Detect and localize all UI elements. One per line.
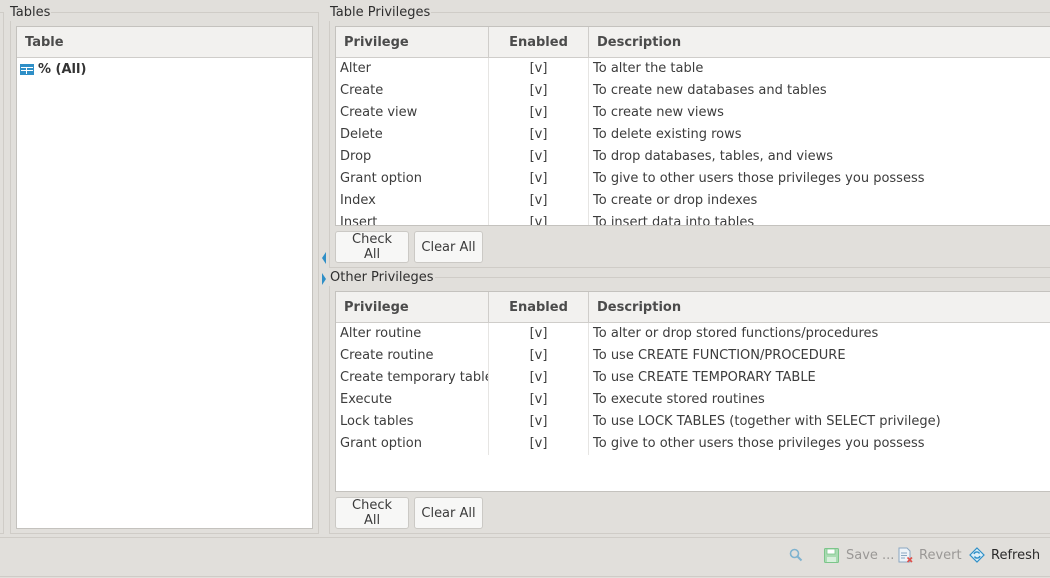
table-privileges-legend: Table Privileges [329,5,432,21]
tables-list-item[interactable]: % (All) [17,58,312,80]
save-icon [824,547,839,563]
privilege-row[interactable]: Grant option [v] To give to other users th… [336,168,1050,190]
table-item-label: % (All) [38,61,87,77]
header-enabled[interactable]: Enabled [489,292,589,322]
privilege-row[interactable]: Delete [v] To delete existing rows [336,124,1050,146]
table-privileges-rows: Alter [v] To alter the table Create [v] To cr… [336,58,1050,226]
refresh-button[interactable]: Refresh [969,545,1040,565]
privilege-name: Create routine [336,345,489,367]
collapse-left-arrow-icon [322,252,326,264]
enabled-checkbox[interactable]: [v] [489,389,589,411]
enabled-checkbox[interactable]: [v] [489,323,589,345]
privilege-name: Grant option [336,433,489,455]
privilege-row[interactable]: Execute [v] To execute stored routines [336,389,1050,411]
enabled-checkbox[interactable]: [v] [489,146,589,168]
table-privileges-check-all-button[interactable]: Check All [335,231,409,263]
privilege-description: To use CREATE FUNCTION/PROCEDURE [593,348,846,363]
privilege-row[interactable]: Create routine [v] To use CREATE FUNCTION/… [336,345,1050,367]
other-privileges-clear-all-button[interactable]: Clear All [414,497,483,529]
table-privileges-grid[interactable]: Privilege Enabled Description Alter [v] To… [335,26,1050,226]
privilege-description: To create new views [593,105,724,120]
enabled-checkbox[interactable]: [v] [489,168,589,190]
privilege-description: To execute stored routines [593,392,765,407]
header-privilege[interactable]: Privilege [336,292,489,322]
privilege-name: Execute [336,389,489,411]
privilege-row[interactable]: Alter routine [v] To alter or drop stored … [336,323,1050,345]
header-privilege[interactable]: Privilege [336,27,489,57]
refresh-label: Refresh [991,547,1041,563]
toolbar-top-divider [0,537,1050,538]
enabled-checkbox[interactable]: [v] [489,411,589,433]
privilege-name: Index [336,190,489,212]
privilege-name: Insert [336,212,489,225]
privilege-description: To use CREATE TEMPORARY TABLE [593,370,816,385]
other-privileges-rows: Alter routine [v] To alter or drop stored … [336,323,1050,455]
enabled-checkbox[interactable]: [v] [489,212,589,225]
expand-right-arrow-icon [322,273,326,285]
privilege-row[interactable]: Create [v] To create new databases and tab… [336,80,1050,102]
privilege-description: To create new databases and tables [593,83,827,98]
header-description[interactable]: Description [589,292,1050,322]
privilege-description: To use LOCK TABLES (together with SELECT… [593,414,941,429]
other-privileges-legend: Other Privileges [329,270,435,286]
privilege-row[interactable]: Grant option [v] To give to other users th… [336,433,1050,455]
enabled-checkbox[interactable]: [v] [489,433,589,455]
enabled-checkbox[interactable]: [v] [489,102,589,124]
toolbar-bottom-divider [0,576,1050,577]
refresh-icon [969,547,985,563]
tables-list-header: Table [17,27,312,58]
splitter-handle[interactable] [320,250,328,290]
enabled-checkbox[interactable]: [v] [489,124,589,146]
privilege-name: Create [336,80,489,102]
privilege-row[interactable]: Create view [v] To create new views [336,102,1050,124]
privilege-name: Create view [336,102,489,124]
privilege-description: To create or drop indexes [593,193,758,208]
privilege-row[interactable]: Alter [v] To alter the table [336,58,1050,80]
revert-button[interactable]: Revert [898,545,962,565]
search-button[interactable] [789,545,803,565]
column-header-table[interactable]: Table [17,27,64,57]
privilege-name: Alter [336,58,489,80]
privilege-row[interactable]: Insert [v] To insert data into tables [336,212,1050,226]
privilege-description: To alter the table [593,61,704,76]
other-privileges-check-all-button[interactable]: Check All [335,497,409,529]
table-icon [20,63,34,75]
enabled-checkbox[interactable]: [v] [489,190,589,212]
table-privileges-header: Privilege Enabled Description [336,27,1050,58]
save-label: Save ... [846,547,895,563]
enabled-checkbox[interactable]: [v] [489,367,589,389]
tables-panel-legend: Tables [9,5,52,21]
privilege-row[interactable]: Index [v] To create or drop indexes [336,190,1050,212]
privilege-description: To insert data into tables [593,215,755,226]
privilege-row[interactable]: Drop [v] To drop databases, tables, and vi… [336,146,1050,168]
enabled-checkbox[interactable]: [v] [489,80,589,102]
enabled-checkbox[interactable]: [v] [489,345,589,367]
privilege-name: Alter routine [336,323,489,345]
privilege-name: Delete [336,124,489,146]
header-enabled[interactable]: Enabled [489,27,589,57]
revert-label: Revert [919,547,962,563]
privilege-name: Lock tables [336,411,489,433]
outer-frame-left [0,12,4,534]
other-privileges-header: Privilege Enabled Description [336,292,1050,323]
privilege-name: Grant option [336,168,489,190]
tables-list[interactable]: Table % (All) [16,26,313,529]
enabled-checkbox[interactable]: [v] [489,58,589,80]
other-privileges-grid[interactable]: Privilege Enabled Description Alter rout… [335,291,1050,492]
search-icon [789,548,803,562]
revert-icon [898,547,913,563]
privilege-name: Drop [336,146,489,168]
privilege-row[interactable]: Lock tables [v] To use LOCK TABLES (togeth… [336,411,1050,433]
privilege-description: To give to other users those privileges … [593,436,925,451]
privilege-name: Create temporary tables [336,367,489,389]
table-privileges-clear-all-button[interactable]: Clear All [414,231,483,263]
privilege-description: To alter or drop stored functions/proced… [593,326,879,341]
privilege-description: To drop databases, tables, and views [593,149,834,164]
privilege-description: To delete existing rows [593,127,742,142]
privilege-description: To give to other users those privileges … [593,171,925,186]
privilege-row[interactable]: Create temporary tables [v] To use CREATE … [336,367,1050,389]
header-description[interactable]: Description [589,27,1050,57]
save-button[interactable]: Save ... [824,545,894,565]
